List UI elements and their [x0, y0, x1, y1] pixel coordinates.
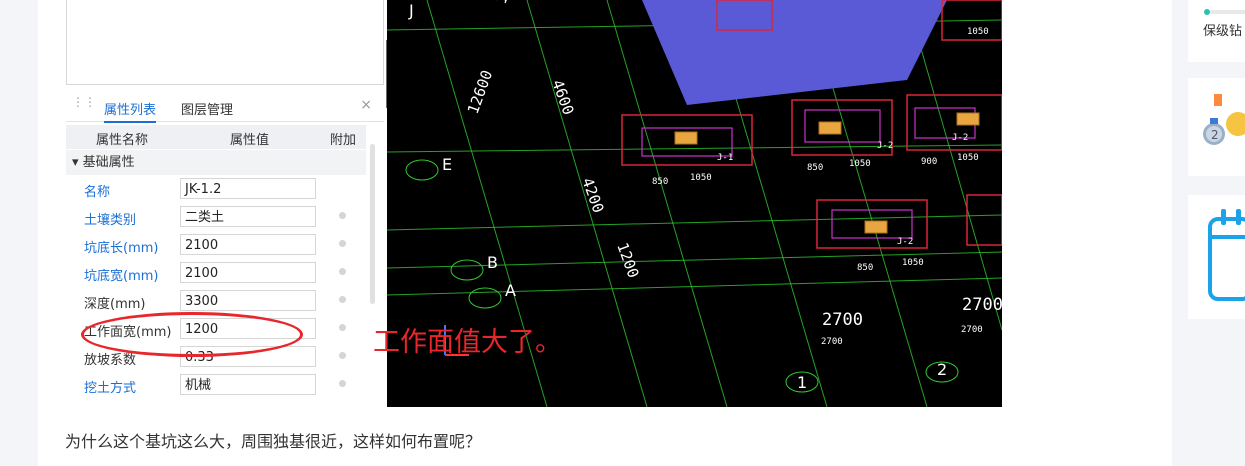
- footing-cap: [818, 121, 842, 135]
- footing-label: J-2: [897, 237, 913, 247]
- dimension-label: 1050: [902, 258, 924, 268]
- attached-screenshot[interactable]: ⋮⋮ 属性列表 图层管理 × 属性名称 属性值 附加 ▾ 基础属性 名称 JK-1…: [66, 0, 1002, 407]
- property-name: 土壤类别: [84, 213, 137, 228]
- dimension-label: 900: [921, 157, 937, 167]
- panel-tabs: ⋮⋮ 属性列表 图层管理 ×: [66, 94, 384, 123]
- side-card-medal[interactable]: 2: [1188, 78, 1245, 176]
- axis-label: A: [505, 281, 516, 300]
- footing-label: J-1: [717, 153, 733, 163]
- property-row[interactable]: 挖土方式 机械: [66, 371, 366, 399]
- grid-line: [387, 214, 1002, 231]
- property-name: 坑底长(mm): [84, 241, 159, 256]
- grid-line: [387, 277, 1002, 296]
- dimension-label: 1200: [613, 240, 642, 280]
- property-row[interactable]: 坑底宽(mm) 2100: [66, 259, 366, 287]
- group-label: 基础属性: [82, 155, 135, 170]
- close-icon[interactable]: ×: [360, 97, 372, 113]
- axis-bubble: [405, 159, 439, 181]
- axis-label: J: [408, 1, 414, 20]
- dimension-label: 1030500: [492, 0, 531, 6]
- medal-icon: 2: [1203, 94, 1245, 145]
- calendar-icon: [1208, 209, 1245, 301]
- dimension-label: 1050: [967, 27, 989, 37]
- footing-inner: [804, 109, 881, 143]
- pit-block: [642, 0, 947, 105]
- dimension-label: 12600: [464, 68, 496, 117]
- property-panel: ⋮⋮ 属性列表 图层管理 × 属性名称 属性值 附加 ▾ 基础属性 名称 JK-1…: [66, 94, 384, 407]
- dimension-label: 850: [652, 177, 668, 187]
- property-name: 挖土方式: [84, 381, 137, 396]
- property-row[interactable]: 深度(mm) 3300: [66, 287, 366, 315]
- property-row[interactable]: 坑底长(mm) 2100: [66, 231, 366, 259]
- footing-cap: [864, 220, 888, 234]
- property-row[interactable]: 名称 JK-1.2: [66, 175, 366, 203]
- side-card-level[interactable]: 保级钻: [1188, 0, 1245, 62]
- property-table-header: 属性名称 属性值 附加: [66, 125, 366, 149]
- dimension-label: 4600: [548, 77, 577, 117]
- header-name: 属性名称: [96, 133, 149, 148]
- grid-line: [387, 144, 1002, 153]
- attach-toggle-icon[interactable]: [339, 380, 346, 387]
- property-name: 名称: [84, 185, 111, 200]
- property-value-field[interactable]: JK-1.2: [180, 178, 316, 199]
- header-extra: 附加: [330, 133, 357, 148]
- svg-text:2: 2: [1211, 128, 1219, 142]
- dimension-label: 2700: [961, 325, 983, 335]
- property-value-field[interactable]: 2100: [180, 234, 316, 255]
- dimension-label: 1050: [957, 153, 979, 163]
- dimension-label: 2700: [821, 337, 843, 347]
- axis-label: 1: [797, 373, 807, 392]
- attach-toggle-icon[interactable]: [339, 268, 346, 275]
- axis-bubble: [450, 259, 484, 281]
- axis-bubble: [468, 287, 502, 309]
- dimension-label: 850: [857, 263, 873, 273]
- footing-label: J-2: [952, 133, 968, 143]
- tab-property-list[interactable]: 属性列表: [104, 99, 157, 123]
- blank-box: [66, 0, 384, 85]
- attach-toggle-icon[interactable]: [339, 296, 346, 303]
- post-caption: 为什么这个基坑这么大，周围独基很近，这样如何布置呢？: [65, 432, 482, 451]
- attach-toggle-icon[interactable]: [339, 324, 346, 331]
- axis-label: E: [442, 155, 452, 174]
- attach-toggle-icon[interactable]: [339, 240, 346, 247]
- footing-cap: [674, 131, 698, 145]
- property-name: 深度(mm): [84, 297, 146, 312]
- dimension-label: 2700: [962, 295, 1002, 315]
- property-value-field[interactable]: 机械: [180, 374, 316, 395]
- group-row[interactable]: ▾ 基础属性: [66, 150, 366, 175]
- progress-track: [1210, 10, 1245, 14]
- header-value: 属性值: [230, 133, 270, 148]
- dimension-label: 4200: [578, 175, 607, 215]
- drag-grip-icon[interactable]: ⋮⋮: [72, 96, 96, 108]
- property-value-field[interactable]: 2100: [180, 262, 316, 283]
- property-rows: ▾ 基础属性 名称 JK-1.2 土壤类别 二类土 坑底长(mm) 2100 坑底宽(mm)…: [66, 150, 366, 399]
- property-value-field[interactable]: 3300: [180, 290, 316, 311]
- footing-cap: [956, 112, 980, 126]
- axis-label: B: [487, 253, 498, 272]
- property-name: 坑底宽(mm): [84, 269, 159, 284]
- dimension-label: 1050: [690, 173, 712, 183]
- property-row[interactable]: 土壤类别 二类土: [66, 203, 366, 231]
- footing-outline: [966, 194, 1002, 246]
- side-label: 保级钻: [1203, 24, 1243, 39]
- side-card-calendar[interactable]: [1188, 195, 1245, 319]
- annotation-text: 工作面值大了。: [373, 327, 562, 358]
- annotation-ellipse: [81, 312, 303, 357]
- dimension-label: 1050: [849, 159, 871, 169]
- attach-toggle-icon[interactable]: [339, 352, 346, 359]
- dimension-label: 2700: [822, 310, 863, 330]
- scrollbar[interactable]: [370, 144, 375, 304]
- tab-layer-management[interactable]: 图层管理: [181, 99, 233, 118]
- dimension-label: 850: [807, 163, 823, 173]
- footing-label: J-2: [877, 141, 893, 151]
- property-value-field[interactable]: 二类土: [180, 206, 316, 227]
- axis-label: 2: [937, 360, 947, 379]
- attach-toggle-icon[interactable]: [339, 212, 346, 219]
